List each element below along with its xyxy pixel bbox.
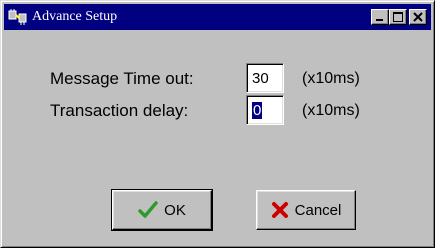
transaction-delay-value: 0 — [252, 102, 263, 119]
transaction-delay-label: Transaction delay: — [50, 101, 189, 120]
minimize-button[interactable] — [371, 9, 389, 25]
message-timeout-unit: (x10ms) — [302, 70, 360, 87]
x-mark-icon — [271, 202, 288, 218]
close-button[interactable] — [409, 9, 427, 25]
maximize-icon — [393, 12, 403, 22]
message-timeout-label: Message Time out: — [50, 69, 194, 88]
close-icon — [413, 12, 423, 22]
title-bar[interactable]: Advance Setup — [4, 4, 431, 30]
cancel-button[interactable]: Cancel — [256, 190, 356, 230]
ok-button[interactable]: OK — [111, 189, 213, 231]
transaction-delay-unit: (x10ms) — [302, 102, 360, 119]
checkmark-icon — [138, 201, 158, 218]
advance-setup-dialog: Advance Setup Message Time out: 30 (x10m… — [0, 0, 435, 248]
ok-button-label: OK — [164, 201, 186, 219]
minimize-icon — [376, 19, 383, 21]
transaction-delay-input[interactable]: 0 — [246, 95, 284, 125]
message-timeout-input[interactable]: 30 — [246, 63, 284, 93]
network-plugs-icon[interactable] — [8, 8, 28, 26]
maximize-button[interactable] — [389, 9, 407, 25]
message-timeout-value: 30 — [252, 70, 269, 87]
cancel-button-label: Cancel — [294, 201, 342, 219]
window-title: Advance Setup — [32, 9, 118, 24]
